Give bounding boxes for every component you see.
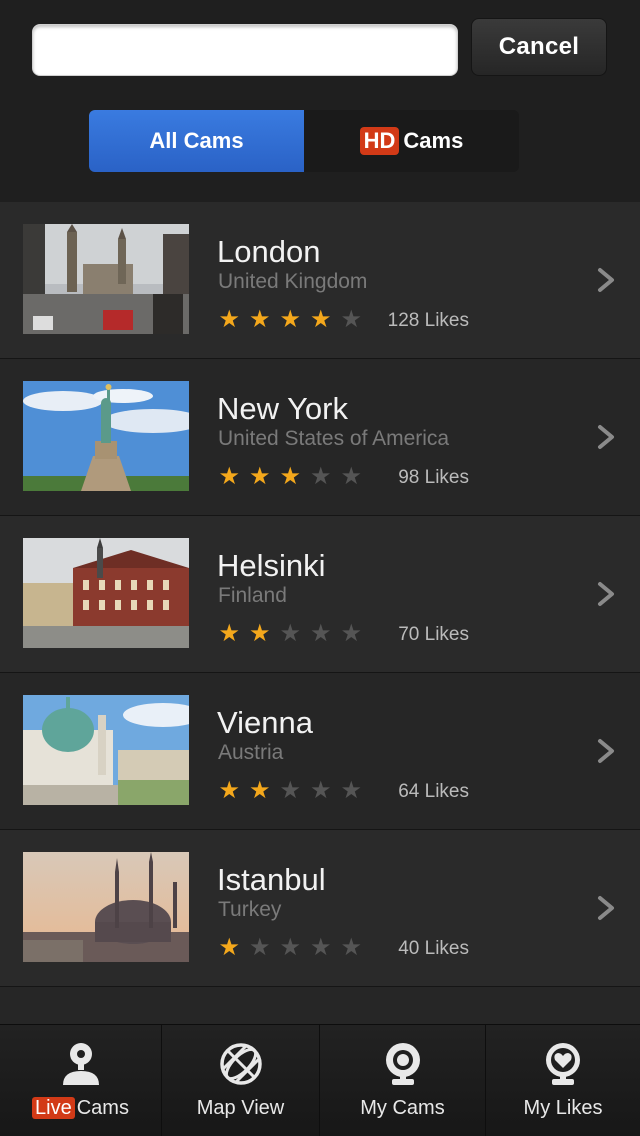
- rating-stars: ★ ★ ★ ★ ★: [214, 622, 367, 646]
- star-empty-icon: ★: [309, 934, 332, 961]
- list-item[interactable]: Istanbul Turkey ★ ★ ★ ★ ★ 40 Likes: [0, 830, 640, 987]
- all-cams-label: All Cams: [149, 128, 244, 153]
- rating-stars: ★ ★ ★ ★ ★: [214, 465, 367, 489]
- tab-my-likes[interactable]: My Likes: [486, 1025, 640, 1136]
- city-name: Vienna: [217, 705, 313, 740]
- live-badge: Live: [32, 1097, 75, 1119]
- tab-all-cams[interactable]: All Cams: [89, 110, 304, 172]
- star-empty-icon: ★: [248, 934, 271, 961]
- star-filled-icon: ★: [248, 463, 271, 490]
- star-filled-icon: ★: [218, 777, 240, 804]
- star-filled-icon: ★: [248, 777, 271, 804]
- list-item[interactable]: Helsinki Finland ★ ★ ★ ★ ★ 70 Likes: [0, 516, 640, 673]
- chevron-right-icon: [594, 578, 618, 610]
- cam-list: London United Kingdom ★ ★ ★ ★ ★ 128 Likes: [0, 202, 640, 1027]
- star-empty-icon: ★: [340, 777, 362, 804]
- tab-map-view-label: Map View: [196, 1097, 285, 1119]
- likes-count: 98 Likes: [398, 467, 469, 488]
- country-name: United States of America: [218, 427, 450, 450]
- star-empty-icon: ★: [340, 306, 362, 333]
- star-filled-icon: ★: [218, 934, 240, 961]
- city-name: London: [217, 234, 321, 269]
- rating-stars: ★ ★ ★ ★ ★: [214, 779, 367, 803]
- chevron-right-icon: [594, 892, 618, 924]
- star-filled-icon: ★: [218, 620, 240, 647]
- hd-cams-label: Cams: [403, 128, 464, 153]
- tab-my-likes-label: My Likes: [523, 1097, 603, 1119]
- star-empty-icon: ★: [340, 934, 362, 961]
- tab-live-cams[interactable]: Live Cams: [0, 1025, 162, 1136]
- tab-my-cams[interactable]: My Cams: [320, 1025, 486, 1136]
- star-filled-icon: ★: [248, 620, 271, 647]
- globe-icon: [219, 1043, 262, 1085]
- star-empty-icon: ★: [309, 777, 332, 804]
- star-empty-icon: ★: [279, 620, 301, 647]
- person-icon: [62, 1043, 99, 1085]
- hd-badge: HD: [359, 127, 400, 155]
- tab-live-cams-label: Live Cams: [32, 1097, 129, 1120]
- tab-my-cams-label: My Cams: [360, 1097, 445, 1119]
- city-name: New York: [217, 391, 348, 426]
- vienna-thumbnail: [23, 695, 189, 805]
- search-header: Cancel All Cams HD Cams: [0, 0, 640, 202]
- likes-count: 70 Likes: [398, 624, 469, 645]
- tab-hd-cams[interactable]: HD Cams: [304, 110, 519, 172]
- rating-stars: ★ ★ ★ ★ ★: [214, 936, 367, 960]
- country-name: Austria: [218, 741, 284, 764]
- london-thumbnail: [23, 224, 189, 334]
- list-item-partial: [0, 987, 640, 1027]
- live-cams-screen: Cancel All Cams HD Cams London United Ki…: [0, 0, 640, 1136]
- list-item[interactable]: London United Kingdom ★ ★ ★ ★ ★ 128 Likes: [0, 202, 640, 359]
- star-empty-icon: ★: [309, 620, 332, 647]
- star-empty-icon: ★: [340, 620, 362, 647]
- cancel-button[interactable]: Cancel: [471, 18, 607, 76]
- city-name: Helsinki: [217, 548, 326, 583]
- cam-filter-segmented-control: All Cams HD Cams: [89, 110, 519, 172]
- star-filled-icon: ★: [279, 463, 301, 490]
- new-york-thumbnail: [23, 381, 189, 491]
- tab-map-view[interactable]: Map View: [162, 1025, 320, 1136]
- star-filled-icon: ★: [248, 306, 271, 333]
- helsinki-thumbnail: [23, 538, 189, 648]
- star-empty-icon: ★: [309, 463, 332, 490]
- likes-count: 64 Likes: [398, 781, 469, 802]
- live-cams-text: Cams: [76, 1097, 129, 1119]
- star-empty-icon: ★: [279, 777, 301, 804]
- tab-bar: Live Cams Map View My Cams My Likes: [0, 1024, 640, 1136]
- chevron-right-icon: [594, 421, 618, 453]
- search-input[interactable]: [32, 24, 458, 76]
- country-name: United Kingdom: [218, 270, 368, 293]
- chevron-right-icon: [594, 264, 618, 296]
- star-empty-icon: ★: [340, 463, 362, 490]
- rating-stars: ★ ★ ★ ★ ★: [214, 308, 367, 332]
- heart-webcam-icon: [546, 1043, 580, 1085]
- list-item[interactable]: Vienna Austria ★ ★ ★ ★ ★ 64 Likes: [0, 673, 640, 830]
- star-empty-icon: ★: [279, 934, 301, 961]
- webcam-icon: [385, 1043, 420, 1085]
- star-filled-icon: ★: [309, 306, 332, 333]
- star-filled-icon: ★: [218, 306, 240, 333]
- istanbul-thumbnail: [23, 852, 189, 962]
- country-name: Turkey: [218, 898, 282, 921]
- chevron-right-icon: [594, 735, 618, 767]
- star-filled-icon: ★: [218, 463, 240, 490]
- country-name: Finland: [218, 584, 287, 607]
- star-filled-icon: ★: [279, 306, 301, 333]
- list-item[interactable]: New York United States of America ★ ★ ★ ★ ★ …: [0, 359, 640, 516]
- likes-count: 128 Likes: [387, 310, 469, 331]
- city-name: Istanbul: [217, 862, 326, 897]
- likes-count: 40 Likes: [398, 938, 469, 959]
